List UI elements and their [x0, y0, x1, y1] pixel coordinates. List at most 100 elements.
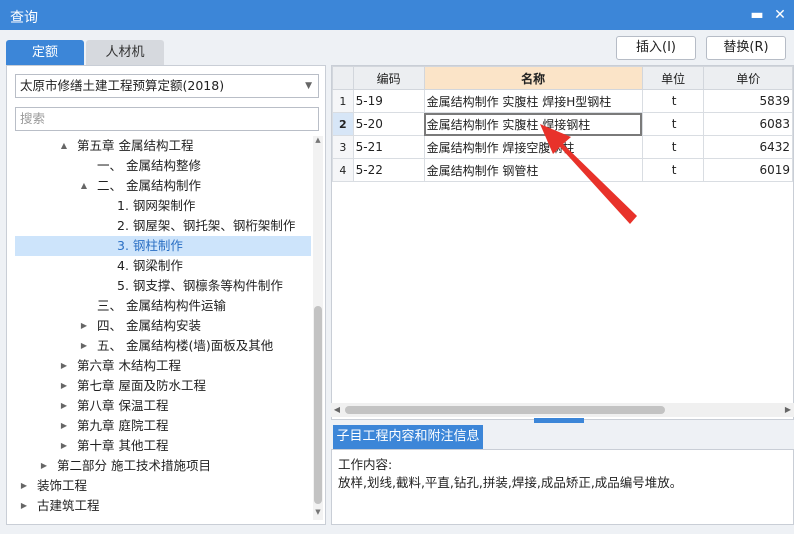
cell-price[interactable]: 6083 — [703, 112, 793, 136]
cell-unit[interactable]: t — [641, 158, 705, 182]
tree-item-label: 第八章 保温工程 — [77, 398, 169, 413]
search-input[interactable]: 搜索 — [15, 107, 319, 131]
expand-icon[interactable]: ▶ — [79, 316, 89, 336]
tab-quota[interactable]: 定额 — [6, 40, 84, 65]
tree-item[interactable]: ▶ 装饰工程 — [15, 476, 311, 496]
tree-item[interactable]: ▶ 五、 金属结构楼(墙)面板及其他 — [15, 336, 311, 356]
expand-icon[interactable]: ▶ — [59, 356, 69, 376]
expand-icon[interactable]: ▶ — [59, 416, 69, 436]
expand-icon[interactable]: ▶ — [59, 436, 69, 456]
row-number: 1 — [332, 89, 354, 113]
tab-work-content-info[interactable]: 子目工程内容和附注信息 — [333, 425, 483, 449]
tree-item[interactable]: 1. 钢网架制作 — [15, 196, 311, 216]
work-content-text: 放样,划线,截料,平直,钻孔,拼装,焊接,成品矫正,成品编号堆放。 — [338, 475, 683, 490]
tree-item-label: 二、 金属结构制作 — [97, 178, 201, 193]
scroll-down-icon[interactable]: ▼ — [313, 508, 323, 520]
cell-unit[interactable]: t — [641, 112, 705, 136]
row-number: 2 — [332, 112, 354, 136]
scroll-left-icon[interactable]: ◀ — [331, 403, 343, 417]
tree-item[interactable]: ▶ 第七章 屋面及防水工程 — [15, 376, 311, 396]
collapse-icon[interactable]: ▲ — [79, 176, 89, 196]
tree-item-label: 第五章 金属结构工程 — [77, 138, 194, 153]
panel-splitter[interactable] — [534, 418, 584, 423]
expand-icon[interactable]: ▶ — [39, 456, 49, 476]
expand-icon[interactable]: ▶ — [59, 376, 69, 396]
cell-price[interactable]: 5839 — [703, 89, 793, 113]
tree-item-label: 第十章 其他工程 — [77, 438, 169, 453]
tab-labor-material-machine[interactable]: 人材机 — [86, 40, 164, 65]
cell-code[interactable]: 5-21 — [352, 135, 425, 159]
table-header-row: 编码 名称 单位 单价 — [332, 66, 793, 90]
quota-library-value: 太原市修缮土建工程预算定额(2018) — [20, 78, 225, 93]
tree-item-label: 古建筑工程 — [37, 498, 100, 513]
tree-item[interactable]: 三、 金属结构构件运输 — [15, 296, 311, 316]
tree-item-label: 第七章 屋面及防水工程 — [77, 378, 206, 393]
close-icon[interactable]: ✕ — [770, 5, 790, 25]
cell-name[interactable]: 金属结构制作 焊接空腹钢柱 — [423, 135, 643, 159]
expand-icon[interactable]: ▶ — [59, 396, 69, 416]
tree-item[interactable]: ▶ 第二部分 施工技术措施项目 — [15, 456, 311, 476]
quota-tree-panel: 太原市修缮土建工程预算定额(2018) ▼ 搜索 ▲ 第五章 金属结构工程 一、… — [6, 65, 326, 525]
title-bar: 查询 ▬ ✕ — [0, 0, 794, 30]
tree-item-label: 四、 金属结构安装 — [97, 318, 201, 333]
table-row[interactable]: 1 5-19 金属结构制作 实腹柱 焊接H型钢柱 t 5839 — [332, 89, 793, 113]
cell-unit[interactable]: t — [641, 135, 705, 159]
tree-item[interactable]: ▶ 古建筑工程 — [15, 496, 311, 516]
column-header-name[interactable]: 名称 — [423, 66, 643, 90]
tree-item-label: 一、 金属结构整修 — [97, 158, 201, 173]
cell-name[interactable]: 金属结构制作 实腹柱 焊接钢柱 — [423, 112, 643, 136]
tree-item[interactable]: 2. 钢屋架、钢托架、钢桁架制作 — [15, 216, 311, 236]
quota-library-select[interactable]: 太原市修缮土建工程预算定额(2018) ▼ — [15, 74, 319, 98]
tree-item[interactable]: ▶ 四、 金属结构安装 — [15, 316, 311, 336]
chevron-down-icon: ▼ — [305, 81, 312, 91]
work-content-heading: 工作内容: — [338, 457, 393, 472]
cell-price[interactable]: 6019 — [703, 158, 793, 182]
cell-name[interactable]: 金属结构制作 钢管柱 — [423, 158, 643, 182]
replace-button[interactable]: 替换(R) — [706, 36, 786, 60]
grid-horizontal-scrollbar[interactable]: ◀ ▶ — [331, 403, 794, 417]
table-row[interactable]: 4 5-22 金属结构制作 钢管柱 t 6019 — [332, 158, 793, 182]
tree-item[interactable]: ▲ 二、 金属结构制作 — [15, 176, 311, 196]
window-title: 查询 — [10, 10, 38, 26]
cell-name[interactable]: 金属结构制作 实腹柱 焊接H型钢柱 — [423, 89, 643, 113]
tree-item[interactable]: ▶ 第九章 庭院工程 — [15, 416, 311, 436]
tree-item-label: 第九章 庭院工程 — [77, 418, 169, 433]
quota-table: 编码 名称 单位 单价 1 5-19 金属结构制作 实腹柱 焊接H型钢柱 t 5… — [332, 66, 793, 182]
cell-code[interactable]: 5-19 — [352, 89, 425, 113]
tree-item[interactable]: ▶ 第八章 保温工程 — [15, 396, 311, 416]
tree-item-label: 4. 钢梁制作 — [117, 258, 183, 273]
scroll-right-icon[interactable]: ▶ — [782, 403, 794, 417]
tree-item-label: 第二部分 施工技术措施项目 — [57, 458, 211, 473]
tree-item[interactable]: ▶ 第六章 木结构工程 — [15, 356, 311, 376]
tree-item[interactable]: ▲ 第五章 金属结构工程 — [15, 136, 311, 156]
quota-grid-panel: 编码 名称 单位 单价 1 5-19 金属结构制作 实腹柱 焊接H型钢柱 t 5… — [331, 65, 794, 420]
expand-icon[interactable]: ▶ — [79, 336, 89, 356]
table-row-selected[interactable]: 2 5-20 金属结构制作 实腹柱 焊接钢柱 t 6083 — [332, 112, 793, 136]
cell-code[interactable]: 5-22 — [352, 158, 425, 182]
tree-item-label: 1. 钢网架制作 — [117, 198, 196, 213]
tree-item[interactable]: 4. 钢梁制作 — [15, 256, 311, 276]
minimize-icon[interactable]: ▬ — [747, 5, 767, 25]
cell-unit[interactable]: t — [641, 89, 705, 113]
tree-item[interactable]: 一、 金属结构整修 — [15, 156, 311, 176]
tree-item-label: 3. 钢柱制作 — [117, 238, 183, 253]
tree-item-selected[interactable]: 3. 钢柱制作 — [15, 236, 311, 256]
column-header-code[interactable]: 编码 — [352, 66, 425, 90]
expand-icon[interactable]: ▶ — [19, 496, 29, 516]
insert-button[interactable]: 插入(I) — [616, 36, 696, 60]
table-row[interactable]: 3 5-21 金属结构制作 焊接空腹钢柱 t 6432 — [332, 135, 793, 159]
column-header-unit[interactable]: 单位 — [641, 66, 705, 90]
cell-price[interactable]: 6432 — [703, 135, 793, 159]
scrollbar-thumb[interactable] — [345, 406, 665, 414]
scroll-up-icon[interactable]: ▲ — [313, 136, 323, 148]
tree-item-label: 装饰工程 — [37, 478, 88, 493]
scrollbar-thumb[interactable] — [314, 306, 322, 504]
column-header-price[interactable]: 单价 — [703, 66, 793, 90]
tree-item[interactable]: ▶ 第十章 其他工程 — [15, 436, 311, 456]
tree-item-label: 第六章 木结构工程 — [77, 358, 181, 373]
expand-icon[interactable]: ▶ — [19, 476, 29, 496]
tree-item[interactable]: 5. 钢支撑、钢檩条等构件制作 — [15, 276, 311, 296]
tree-scrollbar[interactable]: ▲ ▼ — [313, 136, 323, 520]
cell-code[interactable]: 5-20 — [352, 112, 425, 136]
collapse-icon[interactable]: ▲ — [59, 136, 69, 156]
